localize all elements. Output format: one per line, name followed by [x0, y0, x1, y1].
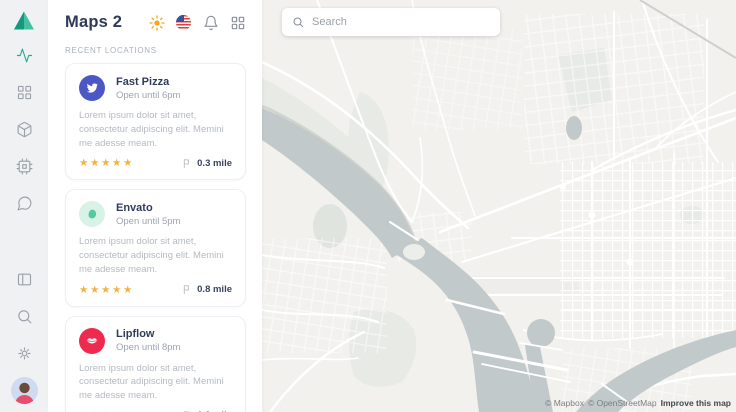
panel-header: Maps 2 — [65, 0, 246, 32]
flag-icon — [182, 284, 193, 295]
search-input[interactable] — [312, 16, 490, 28]
card-description: Lorem ipsum dolor sit amet, consectetur … — [79, 235, 232, 276]
card-hours: Open until 6pm — [116, 90, 180, 101]
card-header: Lipflow Open until 8pm — [79, 328, 232, 354]
leaf-icon — [85, 207, 99, 221]
card-distance-text: 0.3 mile — [197, 158, 232, 169]
rail-nav — [0, 37, 48, 222]
card-description: Lorem ipsum dolor sit amet, consectetur … — [79, 362, 232, 403]
map-art — [262, 0, 736, 412]
rail-item-messages[interactable] — [0, 185, 48, 222]
card-header-text: Fast Pizza Open until 6pm — [116, 76, 180, 101]
map-attribution: © Mapbox © OpenStreetMap Improve this ma… — [545, 398, 731, 408]
osm-attribution-link[interactable]: © OpenStreetMap — [588, 398, 657, 408]
recent-locations-list: Fast Pizza Open until 6pm Lorem ipsum do… — [65, 63, 246, 412]
sun-icon[interactable] — [148, 14, 165, 31]
box-icon — [16, 121, 33, 138]
card-title: Envato — [116, 202, 180, 214]
map-canvas[interactable]: © Mapbox © OpenStreetMap Improve this ma… — [262, 0, 736, 412]
card-distance-text: 0.8 mile — [197, 284, 232, 295]
search-icon — [292, 16, 304, 28]
app-logo-triangle-icon[interactable] — [12, 9, 36, 33]
card-rating-stars[interactable]: ★★★★★ — [79, 157, 182, 169]
icon-rail — [0, 0, 48, 412]
bird-icon — [85, 81, 99, 95]
header-icons — [148, 14, 246, 31]
bell-icon[interactable] — [202, 14, 219, 31]
rail-item-pages[interactable] — [0, 261, 48, 298]
rail-bottom — [0, 261, 48, 372]
maps-app: Maps 2 — [0, 0, 736, 412]
chat-bubble-icon — [16, 195, 33, 212]
card-footer: ★★★★★ 0.8 mile — [79, 284, 232, 296]
card-title: Fast Pizza — [116, 76, 180, 88]
user-avatar[interactable] — [11, 377, 38, 404]
card-header: Envato Open until 5pm — [79, 201, 232, 227]
cpu-icon — [16, 158, 33, 175]
activity-icon — [16, 47, 33, 64]
flag-icon — [182, 158, 193, 169]
card-distance: 0.3 mile — [182, 158, 232, 169]
search-icon — [16, 308, 33, 325]
rail-item-settings[interactable] — [0, 335, 48, 372]
card-hours: Open until 8pm — [116, 342, 180, 353]
rail-item-dashboard[interactable] — [0, 74, 48, 111]
card-hours: Open until 5pm — [116, 216, 180, 227]
gear-icon — [16, 345, 33, 362]
apps-grid-icon — [16, 84, 33, 101]
us-flag-icon[interactable] — [175, 14, 192, 31]
location-card[interactable]: Fast Pizza Open until 6pm Lorem ipsum do… — [65, 63, 246, 180]
rail-item-integrations[interactable] — [0, 148, 48, 185]
card-header-text: Envato Open until 5pm — [116, 202, 180, 227]
card-header: Fast Pizza Open until 6pm — [79, 75, 232, 101]
card-avatar — [79, 75, 105, 101]
card-avatar — [79, 201, 105, 227]
rail-item-activity[interactable] — [0, 37, 48, 74]
page-title: Maps 2 — [65, 13, 148, 32]
rail-item-products[interactable] — [0, 111, 48, 148]
recent-locations-label: RECENT LOCATIONS — [65, 46, 246, 55]
improve-map-link[interactable]: Improve this map — [661, 398, 731, 408]
card-description: Lorem ipsum dolor sit amet, consectetur … — [79, 109, 232, 150]
apps-grid-icon[interactable] — [229, 14, 246, 31]
card-distance: 0.8 mile — [182, 284, 232, 295]
rail-item-search[interactable] — [0, 298, 48, 335]
location-card[interactable]: Envato Open until 5pm Lorem ipsum dolor … — [65, 189, 246, 306]
map-search — [282, 8, 500, 36]
mapbox-attribution-link[interactable]: © Mapbox — [545, 398, 584, 408]
card-avatar — [79, 328, 105, 354]
card-header-text: Lipflow Open until 8pm — [116, 328, 180, 353]
card-footer: ★★★★★ 0.3 mile — [79, 157, 232, 169]
lips-icon — [85, 334, 99, 348]
sidebar-layout-icon — [16, 271, 33, 288]
card-rating-stars[interactable]: ★★★★★ — [79, 284, 182, 296]
locations-panel: Maps 2 — [48, 0, 262, 412]
card-title: Lipflow — [116, 328, 180, 340]
location-card[interactable]: Lipflow Open until 8pm Lorem ipsum dolor… — [65, 316, 246, 412]
